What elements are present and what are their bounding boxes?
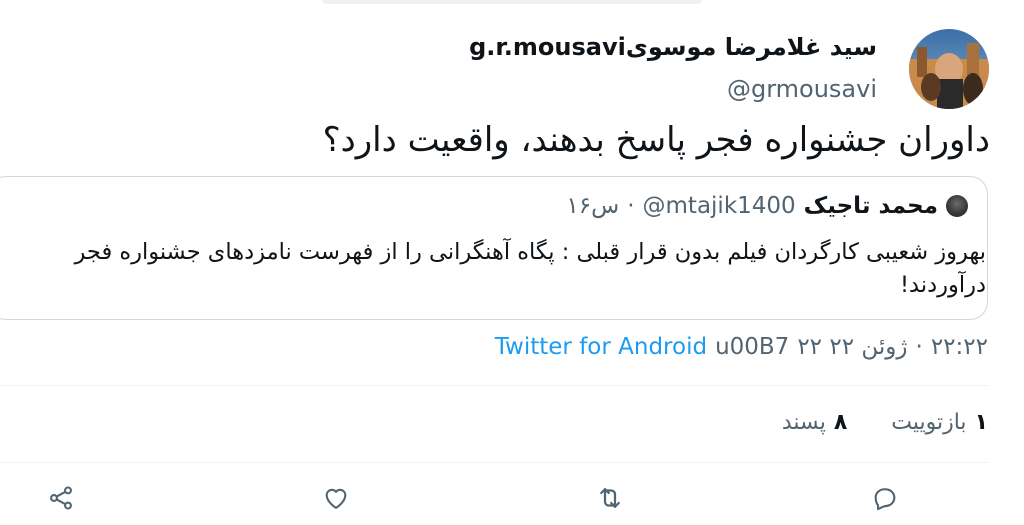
retweets-label: بازتوییت [891,410,967,435]
quoted-author-avatar [946,195,968,217]
reply-icon [874,488,896,511]
quoted-author-name: محمد تاجیک [803,193,938,219]
client-prefix: u00B7 [715,334,790,360]
likes-label: پسند [781,410,826,435]
reply-button[interactable] [869,482,901,514]
quoted-tweet-separator: · [627,193,635,219]
likes-stat[interactable]: ۸ پسند [782,410,847,435]
tweet-detail-view: g.r.mousaviسید غلامرضا موسوی @grmousavi … [0,0,1024,525]
quoted-tweet-header: ۱۶س · @mtajik1400 محمد تاجیک [566,193,938,219]
tweet-text: داوران جشنواره فجر پاسخ بدهند، واقعیت دا… [322,120,990,160]
tweet-date: ۲۲ ژوئن ۲۲ [797,334,908,360]
meta-separator: · [915,334,923,360]
share-button[interactable] [45,482,77,514]
quoted-author-handle: @mtajik1400 [642,193,796,219]
author-handle[interactable]: @grmousavi [727,75,877,103]
tweet-meta: Twitter for Android u00B7 ۲۲ ژوئن ۲۲ · ۲… [495,334,988,360]
retweets-count: ۱ [974,410,988,435]
quoted-tweet-time: ۱۶س [566,193,620,219]
share-icon [50,486,72,510]
retweet-button[interactable] [594,482,626,514]
drag-handle [322,0,702,4]
retweet-icon [600,488,620,508]
engagement-stats: ۱ بازتوییت ۸ پسند [782,410,988,435]
author-display-name[interactable]: g.r.mousaviسید غلامرضا موسوی [469,33,877,61]
divider [0,462,990,463]
likes-count: ۸ [833,410,848,435]
author-avatar[interactable] [909,29,989,109]
like-button[interactable] [320,482,352,514]
quoted-tweet-text: بهروز شعیبی کارگردان فیلم بدون قرار قبلی… [74,239,987,298]
divider [0,385,990,386]
client-link[interactable]: Twitter for Android [495,334,707,360]
tweet-time: ۲۲:۲۲ [930,334,988,360]
heart-icon [325,488,347,509]
retweets-stat[interactable]: ۱ بازتوییت [891,410,988,435]
